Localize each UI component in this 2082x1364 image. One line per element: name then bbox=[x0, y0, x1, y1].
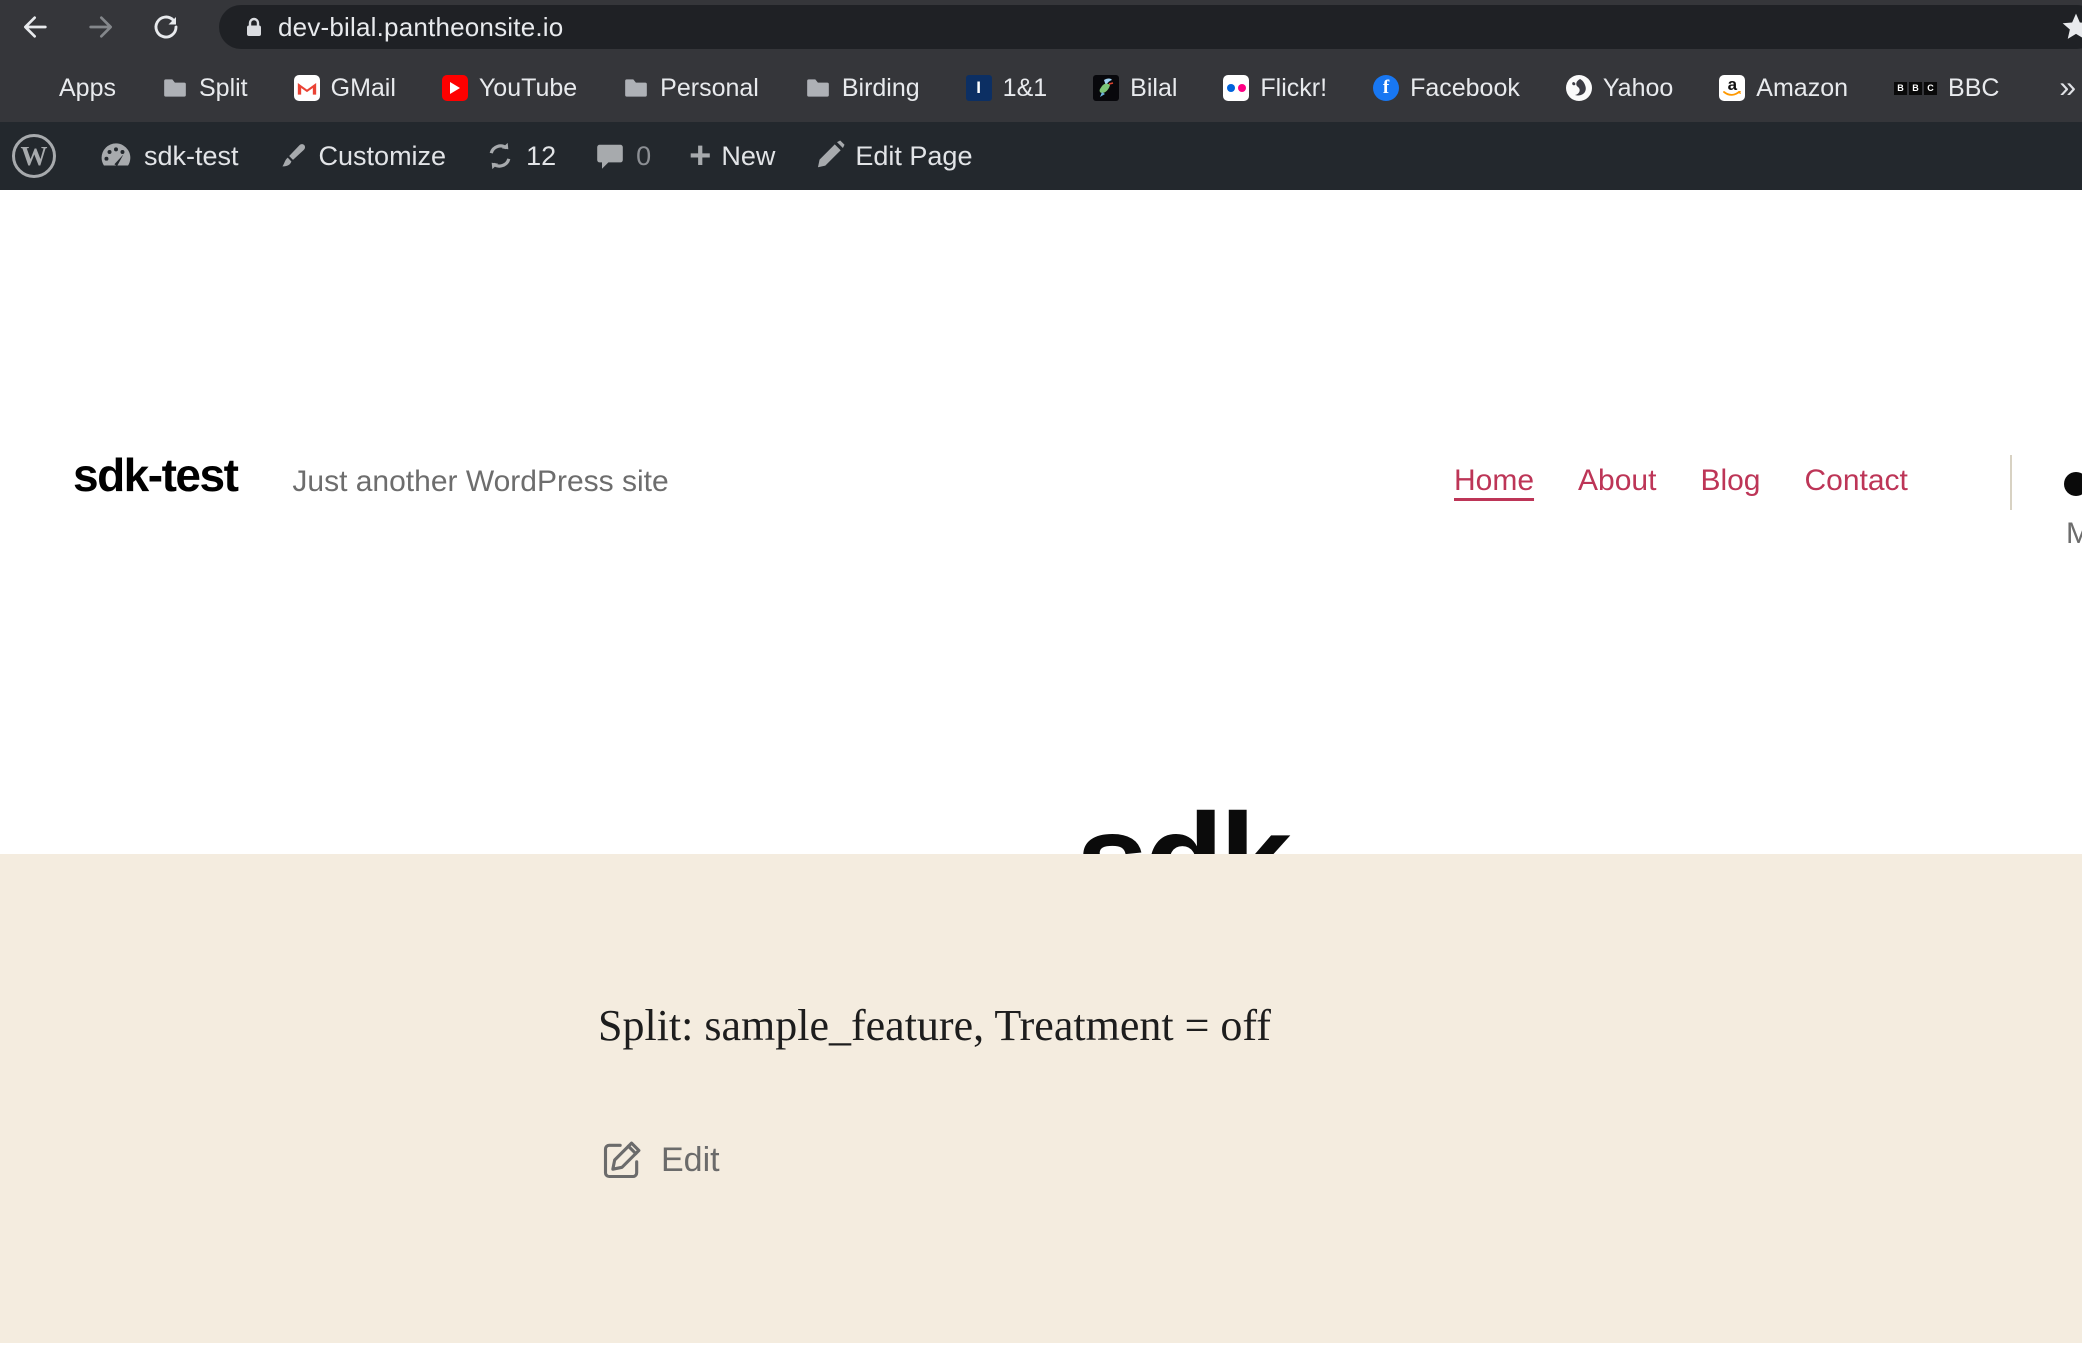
edit-pencil-square-icon bbox=[600, 1138, 644, 1182]
browser-toolbar: dev-bilal.pantheonsite.io bbox=[0, 0, 2082, 54]
primary-nav: Home About Blog Contact bbox=[1454, 466, 1908, 496]
bookmark-birding[interactable]: Birding bbox=[805, 74, 920, 103]
edit-post-link[interactable]: Edit bbox=[600, 1138, 720, 1182]
nav-link-contact[interactable]: Contact bbox=[1804, 466, 1907, 496]
bookmark-label: Facebook bbox=[1410, 74, 1520, 103]
url-text[interactable]: dev-bilal.pantheonsite.io bbox=[278, 12, 563, 43]
admin-customize-label: Customize bbox=[319, 141, 447, 172]
bookmark-yahoo[interactable]: Yahoo bbox=[1566, 74, 1673, 103]
back-icon[interactable] bbox=[18, 9, 54, 45]
admin-customize[interactable]: Customize bbox=[277, 140, 447, 172]
wp-admin-bar: W sdk-test Customize 12 0 + bbox=[0, 122, 2082, 190]
site-title[interactable]: sdk-test bbox=[73, 452, 237, 498]
site-tagline: Just another WordPress site bbox=[292, 467, 668, 497]
bookmark-label: GMail bbox=[331, 74, 396, 103]
dashboard-gauge-icon bbox=[98, 138, 134, 174]
admin-new[interactable]: + New bbox=[689, 141, 775, 172]
apps-grid-icon bbox=[22, 75, 48, 101]
admin-site-name-label: sdk-test bbox=[144, 141, 239, 172]
post-content-section bbox=[0, 854, 2082, 1343]
wp-logo-menu[interactable]: W bbox=[12, 134, 56, 178]
bookmark-label: Personal bbox=[660, 74, 759, 103]
globe-icon bbox=[1566, 75, 1592, 101]
youtube-icon bbox=[442, 75, 468, 101]
admin-edit-page-label: Edit Page bbox=[855, 141, 972, 172]
update-arrows-icon bbox=[484, 140, 516, 172]
site-header: sdk-test Just another WordPress site Hom… bbox=[0, 190, 2082, 854]
bookmark-bilal[interactable]: Bilal bbox=[1093, 74, 1177, 103]
next-section-strip bbox=[0, 1343, 2082, 1364]
bookmark-label: YouTube bbox=[479, 74, 577, 103]
bookmarks-overflow-chevron-icon[interactable]: » bbox=[2059, 71, 2076, 105]
bookmark-label: Yahoo bbox=[1603, 74, 1673, 103]
folder-icon bbox=[623, 75, 649, 101]
bookmark-label: Split bbox=[199, 74, 248, 103]
bookmark-label: Apps bbox=[59, 74, 116, 103]
site-branding: sdk-test Just another WordPress site bbox=[73, 452, 669, 498]
pencil-icon bbox=[813, 140, 845, 172]
bookmark-1and1[interactable]: I 1&1 bbox=[966, 74, 1047, 103]
bookmark-flickr[interactable]: Flickr! bbox=[1223, 74, 1327, 103]
address-bar[interactable]: dev-bilal.pantheonsite.io bbox=[219, 5, 2082, 49]
search-dot-icon[interactable] bbox=[2064, 472, 2082, 496]
bookmarks-bar: Apps Split GMail YouTube Personal bbox=[0, 54, 2082, 122]
bookmark-label: Flickr! bbox=[1260, 74, 1327, 103]
facebook-icon: f bbox=[1373, 75, 1399, 101]
bookmark-bbc[interactable]: BBC BBC bbox=[1894, 74, 1999, 103]
bbc-icon: BBC bbox=[1894, 82, 1937, 95]
browser-window: dev-bilal.pantheonsite.io Apps Split G bbox=[0, 0, 2082, 1364]
admin-comments-count: 0 bbox=[636, 141, 651, 172]
folder-icon bbox=[162, 75, 188, 101]
bookmark-label: Bilal bbox=[1130, 74, 1177, 103]
wordpress-logo-icon: W bbox=[12, 134, 56, 178]
header-divider bbox=[2010, 455, 2012, 510]
nav-link-blog[interactable]: Blog bbox=[1700, 466, 1760, 496]
paintbrush-icon bbox=[277, 140, 309, 172]
nav-link-home[interactable]: Home bbox=[1454, 466, 1534, 496]
bookmark-amazon[interactable]: a Amazon bbox=[1719, 74, 1848, 103]
bookmark-label: 1&1 bbox=[1003, 74, 1047, 103]
bird-photo-icon bbox=[1093, 75, 1119, 101]
bookmark-star-icon[interactable] bbox=[2060, 11, 2082, 43]
admin-edit-page[interactable]: Edit Page bbox=[813, 140, 972, 172]
bookmark-label: Birding bbox=[842, 74, 920, 103]
forward-icon[interactable] bbox=[82, 9, 118, 45]
bookmark-apps[interactable]: Apps bbox=[22, 74, 116, 103]
edit-link-label: Edit bbox=[661, 1141, 720, 1180]
bookmark-split[interactable]: Split bbox=[162, 74, 248, 103]
admin-comments[interactable]: 0 bbox=[594, 140, 651, 172]
lock-icon[interactable] bbox=[242, 15, 266, 39]
admin-new-label: New bbox=[721, 141, 775, 172]
folder-icon bbox=[805, 75, 831, 101]
split-status-text: Split: sample_feature, Treatment = off bbox=[598, 1000, 1271, 1051]
admin-site-name[interactable]: sdk-test bbox=[98, 138, 239, 174]
bookmark-label: BBC bbox=[1948, 74, 1999, 103]
admin-updates-count: 12 bbox=[526, 141, 556, 172]
bookmark-youtube[interactable]: YouTube bbox=[442, 74, 577, 103]
comment-bubble-icon bbox=[594, 140, 626, 172]
bookmark-gmail[interactable]: GMail bbox=[294, 74, 396, 103]
gmail-icon bbox=[294, 75, 320, 101]
flickr-icon bbox=[1223, 75, 1249, 101]
bookmark-label: Amazon bbox=[1756, 74, 1848, 103]
admin-updates[interactable]: 12 bbox=[484, 140, 556, 172]
oneandone-icon: I bbox=[966, 75, 992, 101]
menu-label-partial[interactable]: M bbox=[2066, 517, 2082, 551]
bookmark-personal[interactable]: Personal bbox=[623, 74, 759, 103]
bookmark-facebook[interactable]: f Facebook bbox=[1373, 74, 1520, 103]
plus-icon: + bbox=[689, 141, 711, 171]
nav-link-about[interactable]: About bbox=[1578, 466, 1656, 496]
amazon-icon: a bbox=[1719, 75, 1745, 101]
reload-icon[interactable] bbox=[148, 9, 184, 45]
